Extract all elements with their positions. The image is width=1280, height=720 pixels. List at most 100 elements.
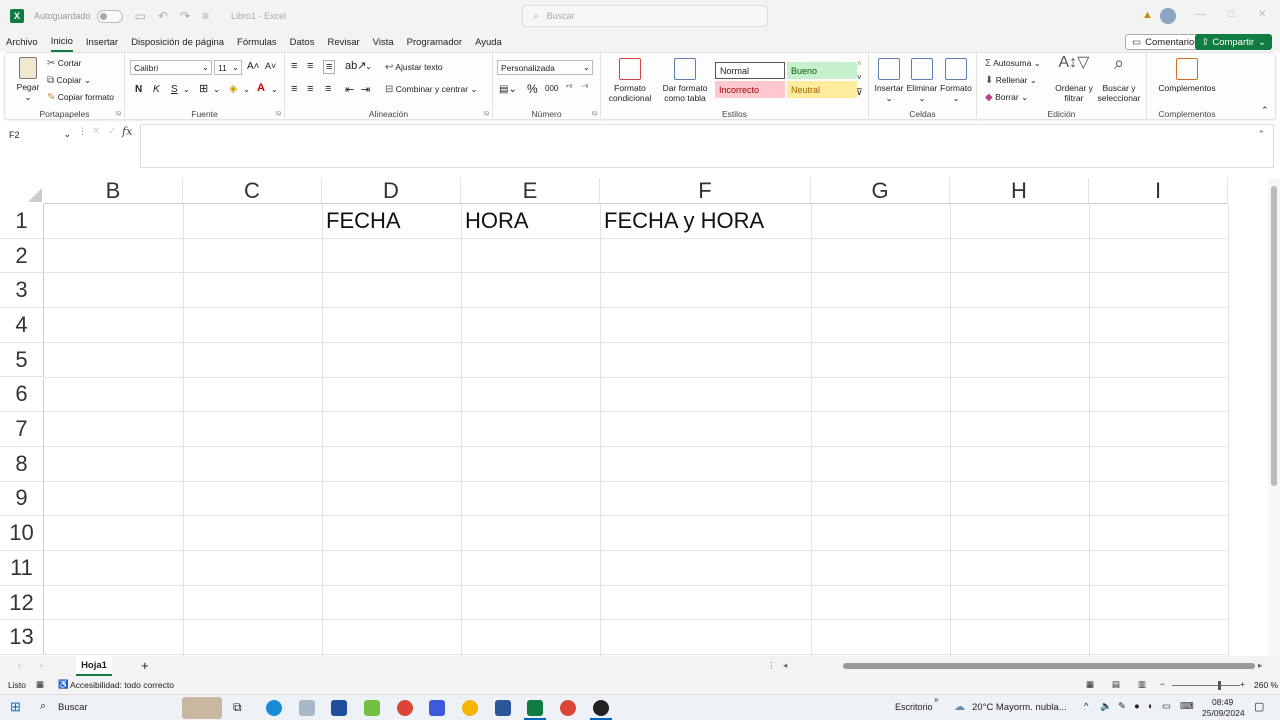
network-icon[interactable]: ▭ [1162, 701, 1171, 712]
styles-more-icon[interactable]: ⊽ [856, 87, 863, 98]
chevron-down-icon[interactable]: ⌄ [365, 61, 372, 72]
store-icon[interactable] [331, 700, 347, 716]
font-color-icon[interactable]: A [257, 82, 265, 94]
underline-button[interactable]: S [171, 84, 178, 95]
styles-scroll-up-icon[interactable]: ˄ [857, 59, 862, 68]
row-header-10[interactable]: 10 [0, 516, 44, 551]
zoom-out-icon[interactable]: − [1160, 679, 1165, 689]
search-highlight-image[interactable] [182, 697, 222, 719]
formula-input[interactable]: ⌃ [140, 124, 1274, 168]
confirm-icon[interactable]: ✓ [108, 126, 116, 137]
row-header-11[interactable]: 11 [0, 551, 44, 586]
sort-filter-button[interactable]: A↕▽ Ordenar y filtrar [1053, 55, 1095, 104]
next-sheet-icon[interactable]: › [40, 660, 43, 670]
maximize-icon[interactable]: □ [1228, 9, 1234, 20]
microphone-icon[interactable]: ● [1134, 701, 1140, 712]
horizontal-scrollbar[interactable] [795, 662, 1257, 670]
avatar[interactable] [1160, 8, 1176, 24]
conditional-format-button[interactable]: Formato condicional [605, 58, 655, 103]
desktop-label[interactable]: Escritorio [895, 702, 933, 712]
close-icon[interactable]: ✕ [1258, 9, 1266, 20]
normal-view-icon[interactable]: ▦ [1086, 679, 1094, 690]
select-all-corner[interactable] [0, 178, 44, 204]
pen-tray-icon[interactable]: ✎ [1118, 701, 1126, 712]
styles-scroll-down-icon[interactable]: ˅ [857, 73, 862, 82]
align-left-icon[interactable]: ≡ [291, 83, 297, 95]
weather-label[interactable]: 20°C Mayorm. nubla... [972, 702, 1067, 713]
insert-function-icon[interactable]: fx [122, 125, 132, 138]
delete-cells-button[interactable]: Eliminar ⌄ [905, 58, 939, 103]
chevron-down-icon[interactable]: ⌄ [183, 84, 190, 95]
windows-start-icon[interactable]: ⊞ [10, 699, 21, 715]
autosum-button[interactable]: Σ Autosuma ⌄ [985, 58, 1041, 69]
scroll-right-icon[interactable]: ▸ [1258, 660, 1262, 671]
row-header-12[interactable]: 12 [0, 585, 44, 621]
chevron-down-icon[interactable]: ⌄ [243, 84, 250, 95]
task-view-icon[interactable]: ⧉ [233, 700, 242, 715]
sheet-tab-hoja1[interactable]: Hoja1 [76, 656, 112, 676]
column-header-e[interactable]: E [461, 178, 600, 204]
column-header-f[interactable]: F [600, 178, 811, 204]
align-center-icon[interactable]: ≡ [307, 83, 313, 95]
tab-revisar[interactable]: Revisar [327, 34, 359, 51]
horizontal-scroll-thumb[interactable] [843, 663, 1255, 669]
zoom-slider-handle[interactable] [1218, 681, 1221, 690]
decrease-font-icon[interactable]: A˅ [265, 61, 276, 71]
clear-button[interactable]: ◆ Borrar ⌄ [985, 92, 1028, 103]
page-break-view-icon[interactable]: ▥ [1138, 679, 1146, 690]
tab-programador[interactable]: Programador [407, 34, 462, 51]
chrome-icon[interactable] [397, 700, 413, 716]
merge-center-button[interactable]: ⊟ Combinar y centrar ⌄ [385, 84, 478, 95]
format-painter-button[interactable]: ✎ Copiar formato [47, 92, 114, 103]
tab-formulas[interactable]: Fórmulas [237, 34, 277, 51]
excel-taskbar-icon[interactable] [527, 700, 543, 716]
word-icon[interactable] [495, 700, 511, 716]
increase-font-icon[interactable]: A˄ [247, 61, 260, 72]
row-header-9[interactable]: 9 [0, 481, 44, 517]
pen-app-icon[interactable] [364, 700, 380, 716]
accounting-format-icon[interactable]: ▤⌄ [499, 84, 517, 95]
undo-icon[interactable]: ↶ [158, 9, 168, 23]
style-normal[interactable]: Normal [715, 62, 785, 79]
cell-f1[interactable]: FECHA y HORA [604, 208, 764, 234]
obs-icon[interactable] [593, 700, 609, 716]
zoom-in-icon[interactable]: + [1240, 679, 1245, 689]
zoom-level[interactable]: 260 % [1254, 680, 1278, 690]
monitor-app-icon[interactable] [429, 700, 445, 716]
align-bottom-icon[interactable]: ≡ [323, 60, 336, 74]
cell-e1[interactable]: HORA [465, 208, 529, 234]
row-header-2[interactable]: 2 [0, 238, 44, 274]
format-as-table-button[interactable]: Dar formato como tabla [659, 58, 711, 103]
align-top-icon[interactable]: ≡ [291, 60, 297, 72]
brush-app-icon[interactable] [299, 700, 315, 716]
column-header-b[interactable]: B [44, 178, 183, 204]
row-header-13[interactable]: 13 [0, 620, 44, 656]
decrease-decimal-icon[interactable]: ⁻⁰ [581, 83, 588, 92]
clock-time[interactable]: 08:49 [1212, 697, 1233, 707]
borders-icon[interactable]: ⊞ [199, 82, 208, 95]
tab-archivo[interactable]: Archivo [6, 34, 38, 51]
tab-ayuda[interactable]: Ayuda [475, 34, 502, 51]
percent-icon[interactable]: % [527, 82, 538, 96]
column-header-d[interactable]: D [322, 178, 461, 204]
addins-button[interactable]: Complementos [1151, 58, 1223, 93]
format-cells-button[interactable]: Formato ⌄ [939, 58, 973, 103]
spreadsheet-grid[interactable]: B C D E F G H I 1 2 3 4 5 6 7 8 9 10 11 12 13 FECHA HORA FECHA … [0, 178, 1268, 656]
security-icon[interactable]: ◐ [1148, 701, 1154, 712]
style-good[interactable]: Bueno [787, 62, 857, 79]
formula-bar-grip-icon[interactable]: ⋮ [78, 126, 87, 137]
clock-date[interactable]: 25/09/2024 [1202, 708, 1245, 718]
warning-icon[interactable]: ▲ [1142, 9, 1153, 21]
tab-vista[interactable]: Vista [373, 34, 394, 51]
increase-indent-icon[interactable]: ⇥ [361, 83, 370, 96]
dialog-launcher-icon[interactable]: ⧅ [277, 110, 281, 118]
font-size-dropdown[interactable]: 11 ⌄ [214, 60, 242, 75]
row-header-7[interactable]: 7 [0, 412, 44, 447]
tab-insertar[interactable]: Insertar [86, 34, 118, 51]
font-name-dropdown[interactable]: Calibri ⌄ [130, 60, 212, 75]
minimize-icon[interactable]: — [1196, 9, 1206, 20]
column-header-i[interactable]: I [1089, 178, 1228, 204]
style-bad[interactable]: Incorrecto [715, 81, 785, 98]
row-header-4[interactable]: 4 [0, 308, 44, 343]
prev-sheet-icon[interactable]: ‹ [18, 660, 21, 670]
